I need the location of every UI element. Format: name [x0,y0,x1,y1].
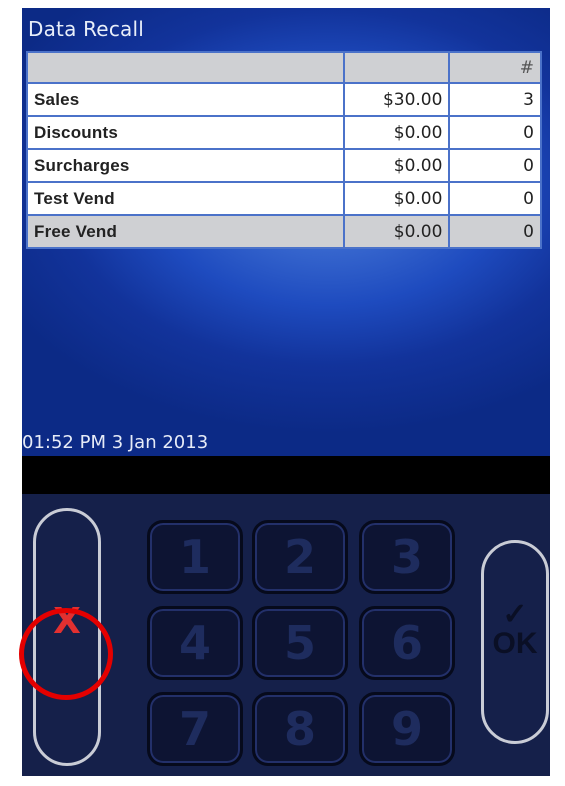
table-header-row: # [26,51,542,84]
row-label: Discounts [26,117,346,150]
row-amount: $0.00 [345,117,451,150]
row-count: 0 [450,150,542,183]
table-row: Discounts $0.00 0 [26,117,542,150]
row-count: 3 [450,84,542,117]
table-row: Test Vend $0.00 0 [26,183,542,216]
key-6[interactable]: 6 [359,606,455,680]
row-amount: $30.00 [345,84,451,117]
row-label: Surcharges [26,150,346,183]
page-title: Data Recall [28,17,144,41]
ok-label: OK [492,627,538,660]
ok-icon-group: ✓ OK [484,598,546,660]
header-count-cell: # [450,51,542,84]
table-row-selected: Free Vend $0.00 0 [26,216,542,249]
table-row: Sales $30.00 3 [26,84,542,117]
row-label: Test Vend [26,183,346,216]
header-label-cell [26,51,346,84]
screen-bezel [22,456,550,494]
row-label: Free Vend [26,216,346,249]
header-amount-cell [345,51,451,84]
row-amount: $0.00 [345,216,451,249]
key-5[interactable]: 5 [252,606,348,680]
key-1[interactable]: 1 [147,520,243,594]
checkmark-icon: ✓ [502,598,528,631]
row-label: Sales [26,84,346,117]
key-3[interactable]: 3 [359,520,455,594]
key-9[interactable]: 9 [359,692,455,766]
row-count: 0 [450,183,542,216]
data-recall-table: # Sales $30.00 3 Discounts $0.00 0 Surch… [26,51,542,249]
table-row: Surcharges $0.00 0 [26,150,542,183]
row-amount: $0.00 [345,150,451,183]
row-count: 0 [450,216,542,249]
row-count: 0 [450,117,542,150]
key-7[interactable]: 7 [147,692,243,766]
highlight-ring-annotation [19,608,113,700]
row-amount: $0.00 [345,183,451,216]
key-2[interactable]: 2 [252,520,348,594]
key-8[interactable]: 8 [252,692,348,766]
ok-button[interactable]: ✓ OK [481,540,549,744]
display-screen: Data Recall # Sales $30.00 3 Discounts $… [22,8,550,456]
timestamp: 01:52 PM 3 Jan 2013 [22,432,209,453]
key-4[interactable]: 4 [147,606,243,680]
